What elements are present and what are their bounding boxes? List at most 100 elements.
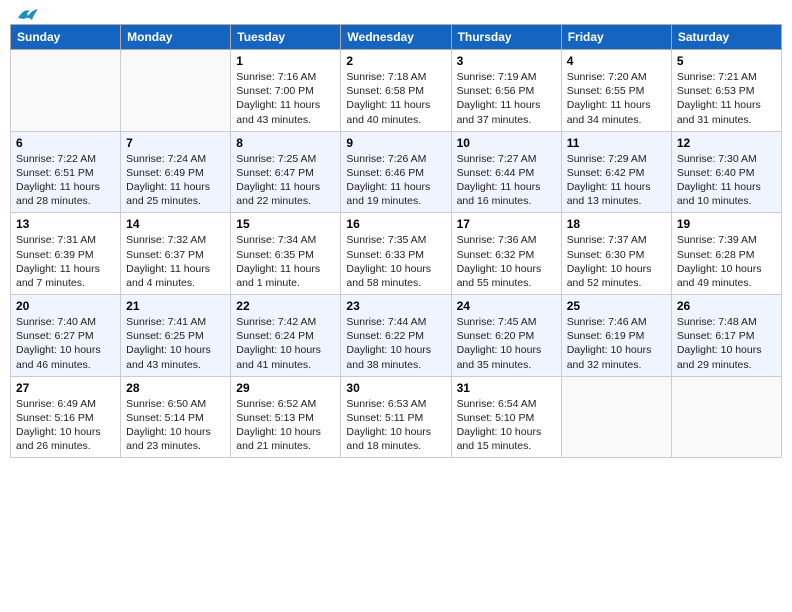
calendar-cell: 18 Sunrise: 7:37 AM Sunset: 6:30 PM Dayli… (561, 213, 671, 295)
calendar-cell: 15 Sunrise: 7:34 AM Sunset: 6:35 PM Dayli… (231, 213, 341, 295)
day-number: 17 (457, 217, 556, 231)
calendar-cell: 25 Sunrise: 7:46 AM Sunset: 6:19 PM Dayli… (561, 295, 671, 377)
cell-info: Sunrise: 7:26 AM Sunset: 6:46 PM Dayligh… (346, 152, 445, 209)
calendar-cell: 30 Sunrise: 6:53 AM Sunset: 5:11 PM Dayli… (341, 376, 451, 458)
cell-info: Sunrise: 6:53 AM Sunset: 5:11 PM Dayligh… (346, 397, 445, 454)
weekday-header-sunday: Sunday (11, 25, 121, 50)
cell-info: Sunrise: 7:29 AM Sunset: 6:42 PM Dayligh… (567, 152, 666, 209)
cell-info: Sunrise: 7:16 AM Sunset: 7:00 PM Dayligh… (236, 70, 335, 127)
day-number: 15 (236, 217, 335, 231)
cell-info: Sunrise: 6:49 AM Sunset: 5:16 PM Dayligh… (16, 397, 115, 454)
day-number: 12 (677, 136, 776, 150)
day-number: 24 (457, 299, 556, 313)
calendar-cell: 14 Sunrise: 7:32 AM Sunset: 6:37 PM Dayli… (121, 213, 231, 295)
day-number: 6 (16, 136, 115, 150)
calendar-cell: 8Sunrise: 7:25 AM Sunset: 6:47 PM Daylig… (231, 131, 341, 213)
day-number: 28 (126, 381, 225, 395)
cell-info: Sunrise: 7:31 AM Sunset: 6:39 PM Dayligh… (16, 233, 115, 290)
day-number: 2 (346, 54, 445, 68)
calendar-cell: 20Sunrise: 7:40 AM Sunset: 6:27 PM Dayli… (11, 295, 121, 377)
cell-info: Sunrise: 7:39 AM Sunset: 6:28 PM Dayligh… (677, 233, 776, 290)
cell-info: Sunrise: 7:46 AM Sunset: 6:19 PM Dayligh… (567, 315, 666, 372)
cell-info: Sunrise: 7:21 AM Sunset: 6:53 PM Dayligh… (677, 70, 776, 127)
cell-info: Sunrise: 6:54 AM Sunset: 5:10 PM Dayligh… (457, 397, 556, 454)
calendar-table: SundayMondayTuesdayWednesdayThursdayFrid… (10, 24, 782, 458)
calendar-cell: 3Sunrise: 7:19 AM Sunset: 6:56 PM Daylig… (451, 50, 561, 132)
cell-info: Sunrise: 7:32 AM Sunset: 6:37 PM Dayligh… (126, 233, 225, 290)
calendar-cell: 13 Sunrise: 7:31 AM Sunset: 6:39 PM Dayli… (11, 213, 121, 295)
cell-info: Sunrise: 7:18 AM Sunset: 6:58 PM Dayligh… (346, 70, 445, 127)
cell-info: Sunrise: 7:19 AM Sunset: 6:56 PM Dayligh… (457, 70, 556, 127)
weekday-header-tuesday: Tuesday (231, 25, 341, 50)
cell-info: Sunrise: 7:30 AM Sunset: 6:40 PM Dayligh… (677, 152, 776, 209)
day-number: 31 (457, 381, 556, 395)
calendar-cell: 10Sunrise: 7:27 AM Sunset: 6:44 PM Dayli… (451, 131, 561, 213)
day-number: 29 (236, 381, 335, 395)
day-number: 4 (567, 54, 666, 68)
calendar-cell: 4 Sunrise: 7:20 AM Sunset: 6:55 PM Daylig… (561, 50, 671, 132)
calendar-cell: 17 Sunrise: 7:36 AM Sunset: 6:32 PM Dayli… (451, 213, 561, 295)
calendar-cell (11, 50, 121, 132)
day-number: 21 (126, 299, 225, 313)
calendar-header-row: SundayMondayTuesdayWednesdayThursdayFrid… (11, 25, 782, 50)
cell-info: Sunrise: 7:48 AM Sunset: 6:17 PM Dayligh… (677, 315, 776, 372)
cell-info: Sunrise: 7:27 AM Sunset: 6:44 PM Dayligh… (457, 152, 556, 209)
day-number: 26 (677, 299, 776, 313)
calendar-cell: 23Sunrise: 7:44 AM Sunset: 6:22 PM Dayli… (341, 295, 451, 377)
day-number: 18 (567, 217, 666, 231)
cell-info: Sunrise: 6:50 AM Sunset: 5:14 PM Dayligh… (126, 397, 225, 454)
weekday-header-saturday: Saturday (671, 25, 781, 50)
calendar-row-1: 6 Sunrise: 7:22 AM Sunset: 6:51 PM Daylig… (11, 131, 782, 213)
day-number: 14 (126, 217, 225, 231)
weekday-header-thursday: Thursday (451, 25, 561, 50)
day-number: 11 (567, 136, 666, 150)
logo-bird-icon (16, 6, 38, 24)
day-number: 19 (677, 217, 776, 231)
logo (14, 10, 38, 20)
cell-info: Sunrise: 7:35 AM Sunset: 6:33 PM Dayligh… (346, 233, 445, 290)
day-number: 7 (126, 136, 225, 150)
cell-info: Sunrise: 7:44 AM Sunset: 6:22 PM Dayligh… (346, 315, 445, 372)
day-number: 13 (16, 217, 115, 231)
calendar-cell: 11 Sunrise: 7:29 AM Sunset: 6:42 PM Dayli… (561, 131, 671, 213)
cell-info: Sunrise: 7:45 AM Sunset: 6:20 PM Dayligh… (457, 315, 556, 372)
calendar-cell: 16 Sunrise: 7:35 AM Sunset: 6:33 PM Dayli… (341, 213, 451, 295)
calendar-cell: 27 Sunrise: 6:49 AM Sunset: 5:16 PM Dayli… (11, 376, 121, 458)
cell-info: Sunrise: 7:34 AM Sunset: 6:35 PM Dayligh… (236, 233, 335, 290)
calendar-cell: 28 Sunrise: 6:50 AM Sunset: 5:14 PM Dayli… (121, 376, 231, 458)
calendar-cell: 2 Sunrise: 7:18 AM Sunset: 6:58 PM Daylig… (341, 50, 451, 132)
calendar-cell: 26 Sunrise: 7:48 AM Sunset: 6:17 PM Dayli… (671, 295, 781, 377)
day-number: 1 (236, 54, 335, 68)
page-header (10, 10, 782, 20)
calendar-cell: 9Sunrise: 7:26 AM Sunset: 6:46 PM Daylig… (341, 131, 451, 213)
weekday-header-wednesday: Wednesday (341, 25, 451, 50)
calendar-cell: 1 Sunrise: 7:16 AM Sunset: 7:00 PM Daylig… (231, 50, 341, 132)
day-number: 16 (346, 217, 445, 231)
calendar-cell: 6 Sunrise: 7:22 AM Sunset: 6:51 PM Daylig… (11, 131, 121, 213)
calendar-cell: 12 Sunrise: 7:30 AM Sunset: 6:40 PM Dayli… (671, 131, 781, 213)
cell-info: Sunrise: 7:40 AM Sunset: 6:27 PM Dayligh… (16, 315, 115, 372)
day-number: 30 (346, 381, 445, 395)
calendar-cell: 5 Sunrise: 7:21 AM Sunset: 6:53 PM Daylig… (671, 50, 781, 132)
calendar-cell: 31 Sunrise: 6:54 AM Sunset: 5:10 PM Dayli… (451, 376, 561, 458)
calendar-cell: 21Sunrise: 7:41 AM Sunset: 6:25 PM Dayli… (121, 295, 231, 377)
cell-info: Sunrise: 6:52 AM Sunset: 5:13 PM Dayligh… (236, 397, 335, 454)
calendar-cell: 29 Sunrise: 6:52 AM Sunset: 5:13 PM Dayli… (231, 376, 341, 458)
cell-info: Sunrise: 7:20 AM Sunset: 6:55 PM Dayligh… (567, 70, 666, 127)
calendar-row-0: 1 Sunrise: 7:16 AM Sunset: 7:00 PM Daylig… (11, 50, 782, 132)
cell-info: Sunrise: 7:42 AM Sunset: 6:24 PM Dayligh… (236, 315, 335, 372)
cell-info: Sunrise: 7:37 AM Sunset: 6:30 PM Dayligh… (567, 233, 666, 290)
day-number: 5 (677, 54, 776, 68)
calendar-row-4: 27 Sunrise: 6:49 AM Sunset: 5:16 PM Dayli… (11, 376, 782, 458)
calendar-cell: 24 Sunrise: 7:45 AM Sunset: 6:20 PM Dayli… (451, 295, 561, 377)
calendar-cell (561, 376, 671, 458)
day-number: 25 (567, 299, 666, 313)
day-number: 27 (16, 381, 115, 395)
cell-info: Sunrise: 7:24 AM Sunset: 6:49 PM Dayligh… (126, 152, 225, 209)
calendar-row-2: 13 Sunrise: 7:31 AM Sunset: 6:39 PM Dayli… (11, 213, 782, 295)
day-number: 8 (236, 136, 335, 150)
weekday-header-friday: Friday (561, 25, 671, 50)
calendar-cell: 7 Sunrise: 7:24 AM Sunset: 6:49 PM Daylig… (121, 131, 231, 213)
cell-info: Sunrise: 7:22 AM Sunset: 6:51 PM Dayligh… (16, 152, 115, 209)
cell-info: Sunrise: 7:36 AM Sunset: 6:32 PM Dayligh… (457, 233, 556, 290)
